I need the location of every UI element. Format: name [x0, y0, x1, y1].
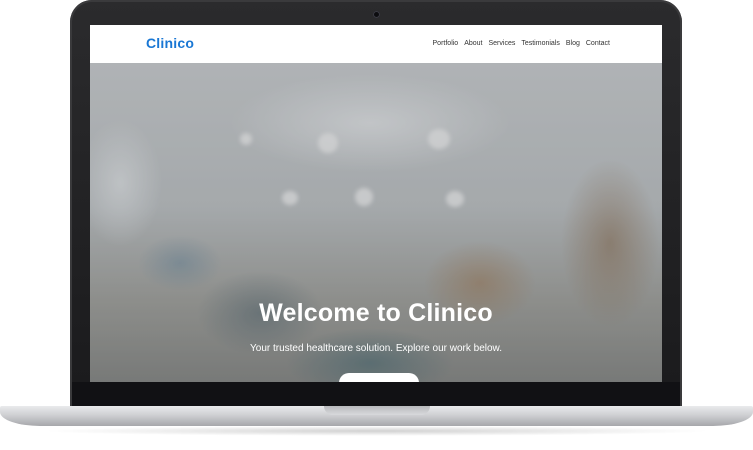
- laptop-shadow: [40, 426, 713, 436]
- laptop-mockup: Clinico Portfolio About Services Testimo…: [0, 0, 753, 450]
- nav-link-portfolio[interactable]: Portfolio: [433, 40, 459, 47]
- laptop-screen: Clinico Portfolio About Services Testimo…: [90, 25, 662, 382]
- site-header: Clinico Portfolio About Services Testimo…: [90, 25, 662, 64]
- camera-icon: [373, 11, 380, 18]
- laptop-bezel-bottom: [72, 382, 680, 406]
- nav-link-about[interactable]: About: [464, 40, 482, 47]
- nav-link-testimonials[interactable]: Testimonials: [521, 40, 560, 47]
- nav-link-services[interactable]: Services: [489, 40, 516, 47]
- hero-section: Welcome to Clinico Your trusted healthca…: [90, 63, 662, 382]
- hero-cta-button[interactable]: [339, 373, 419, 382]
- hero-subtitle: Your trusted healthcare solution. Explor…: [250, 343, 502, 354]
- main-nav: Portfolio About Services Testimonials Bl…: [433, 40, 610, 47]
- laptop-base-notch: [324, 406, 430, 415]
- site-logo[interactable]: Clinico: [146, 35, 194, 51]
- hero-overlay: [90, 63, 662, 382]
- nav-link-blog[interactable]: Blog: [566, 40, 580, 47]
- nav-link-contact[interactable]: Contact: [586, 40, 610, 47]
- hero-title: Welcome to Clinico: [259, 299, 493, 327]
